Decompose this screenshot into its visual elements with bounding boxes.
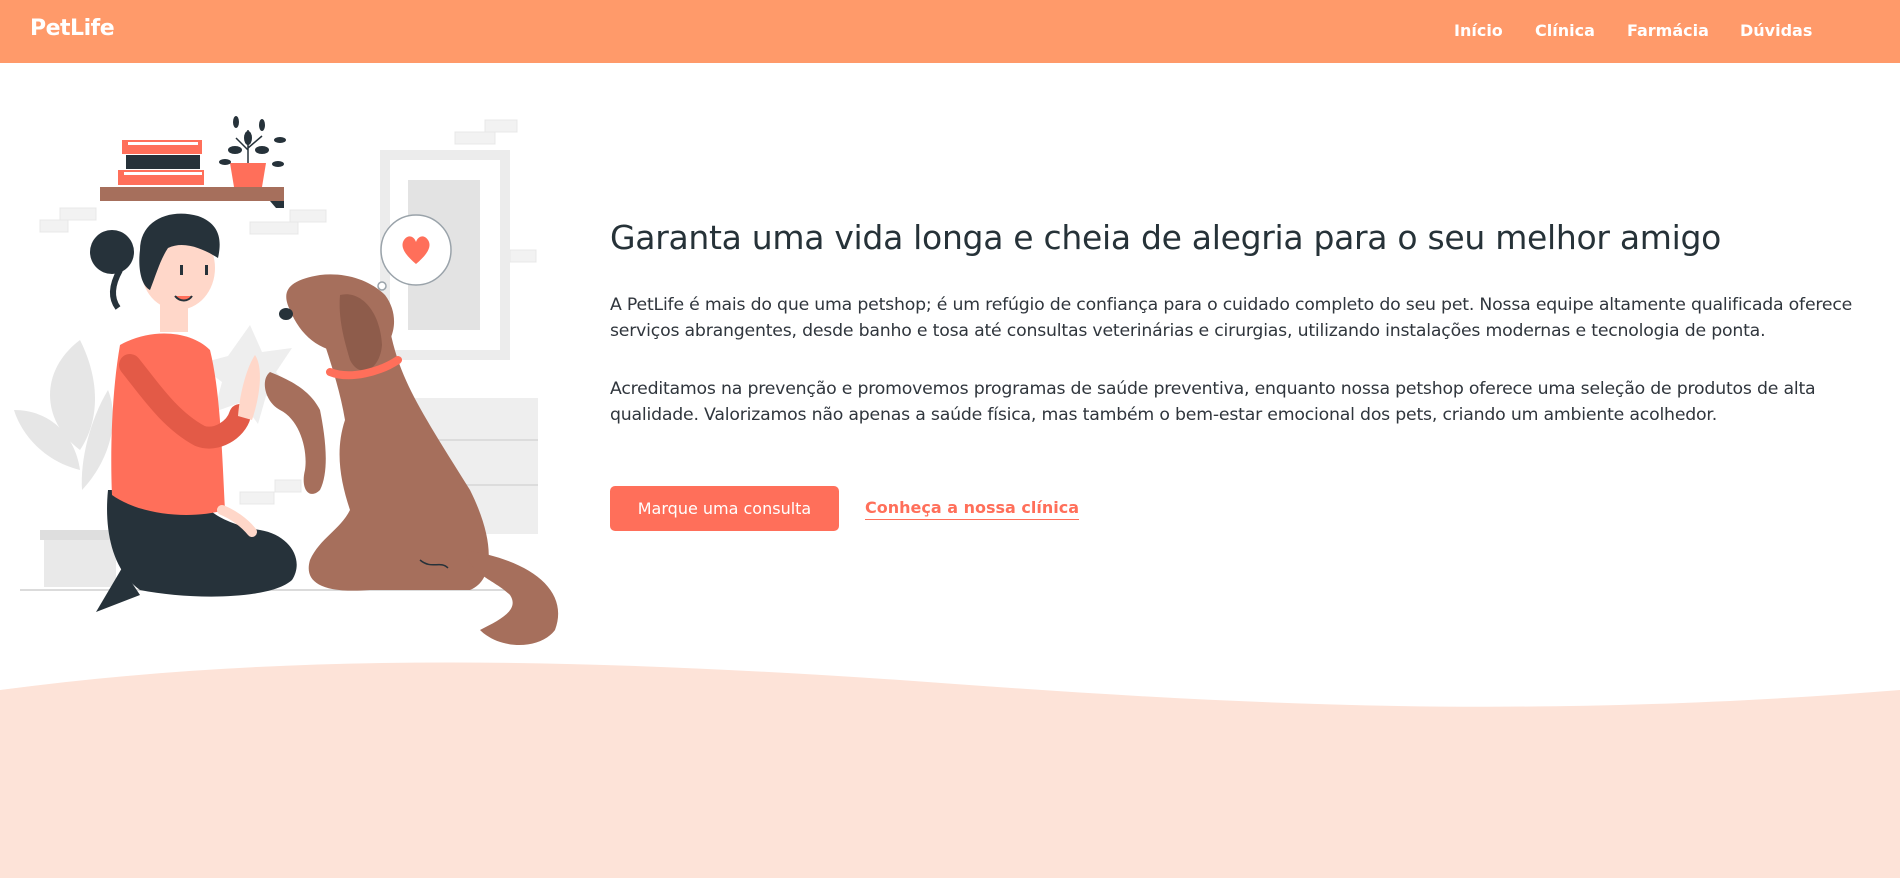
schedule-appointment-button[interactable]: Marque uma consulta <box>610 486 839 531</box>
hero-title: Garanta uma vida longa e cheia de alegri… <box>610 218 1722 257</box>
nav-link-duvidas[interactable]: Dúvidas <box>1740 21 1812 40</box>
background-plant <box>14 340 120 587</box>
hero-content: Garanta uma vida longa e cheia de alegri… <box>610 218 1890 531</box>
visit-clinic-link[interactable]: Conheça a nossa clínica <box>865 498 1079 520</box>
nav-link-farmacia[interactable]: Farmácia <box>1627 21 1709 40</box>
main-nav: Início Clínica Farmácia Dúvidas <box>0 21 1900 45</box>
hero-illustration <box>14 116 559 645</box>
bottom-wave <box>0 662 1900 878</box>
shelf <box>100 116 286 208</box>
nav-link-inicio[interactable]: Início <box>1454 21 1503 40</box>
woman <box>90 213 297 612</box>
top-navbar: PetLife Início Clínica Farmácia Dúvidas <box>0 0 1900 63</box>
nav-link-clinica[interactable]: Clínica <box>1535 21 1595 40</box>
hero-paragraph-intro: A PetLife é mais do que uma petshop; é u… <box>610 295 1853 341</box>
hero-paragraph-prevention: Acreditamos na prevenção e promovemos pr… <box>610 379 1816 425</box>
